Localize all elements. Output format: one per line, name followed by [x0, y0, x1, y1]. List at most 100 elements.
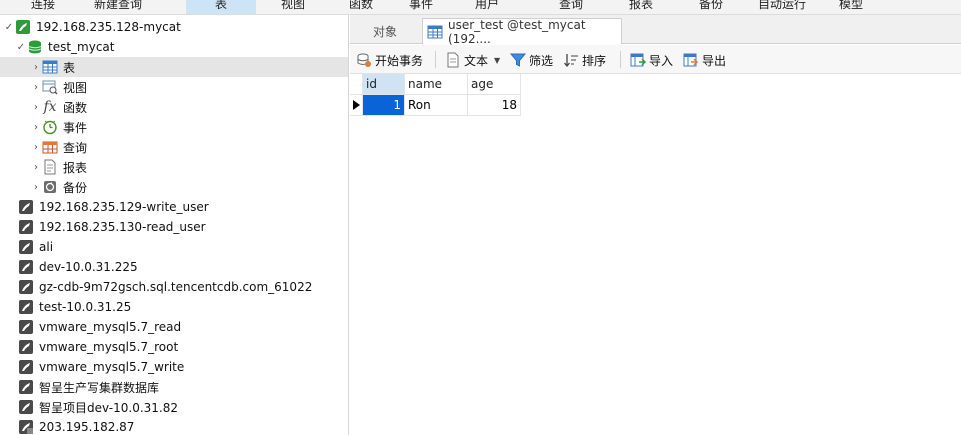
nav-connection[interactable]: 203.195.182.87 [0, 417, 348, 435]
import-label: 导入 [649, 53, 674, 68]
nav-connection[interactable]: vmware_mysql5.7_read [0, 317, 348, 337]
nav-database-test-mycat[interactable]: ✓ test_mycat [0, 37, 348, 57]
toolbar-function-button[interactable]: 函数 [346, 0, 376, 14]
chevron-right-icon[interactable]: › [30, 137, 42, 157]
nav-connection[interactable]: 智呈项目dev-10.0.31.82 [0, 397, 348, 417]
text-view-label: 文本 [464, 53, 489, 68]
ssh-connection-icon [18, 419, 34, 435]
nav-connection[interactable]: dev-10.0.31.225 [0, 257, 348, 277]
tab-label: user_test @test_mycat (192.... [448, 17, 586, 46]
nav-item-label: vmware_mysql5.7_write [39, 360, 185, 374]
nav-item-label: 192.168.235.129-write_user [39, 200, 209, 214]
nav-object-events[interactable]: › 事件 [0, 117, 348, 137]
export-icon [683, 52, 699, 68]
main-toolbar: 连接 新建查询 表 视图 函数 事件 用户 查询 报表 备份 自动运行 模型 [0, 0, 961, 15]
toolbar-model-button[interactable]: 模型 [836, 0, 866, 14]
tab-user-test[interactable]: user_test @test_mycat (192.... [422, 17, 622, 46]
mysql-connection-icon [18, 199, 34, 215]
toolbar-view-button[interactable]: 视图 [278, 0, 308, 14]
nav-object-backups[interactable]: › 备份 [0, 177, 348, 197]
sort-icon [563, 52, 579, 68]
toolbar-new-query-button[interactable]: 新建查询 [88, 0, 148, 14]
nav-connection[interactable]: ali [0, 237, 348, 257]
toolbar-backup-button[interactable]: 备份 [696, 0, 726, 14]
nav-connection-mycat[interactable]: ✓ 192.168.235.128-mycat [0, 17, 348, 37]
toolbar-event-button[interactable]: 事件 [406, 0, 436, 14]
nav-item-label: vmware_mysql5.7_root [39, 340, 179, 354]
nav-item-label: 203.195.182.87 [39, 420, 135, 434]
text-view-button[interactable]: 文本 ▼ [445, 49, 500, 71]
nav-connection[interactable]: 192.168.235.129-write_user [0, 197, 348, 217]
nav-connection[interactable]: 192.168.235.130-read_user [0, 217, 348, 237]
nav-item-label: dev-10.0.31.225 [39, 260, 138, 274]
nav-item-label: 函数 [63, 100, 88, 115]
table-cell[interactable]: 1 [363, 95, 405, 116]
text-document-icon [445, 52, 461, 68]
filter-button[interactable]: 筛选 [510, 49, 553, 71]
nav-item-label: test-10.0.31.25 [39, 300, 132, 314]
toolbar-connect-button[interactable]: 连接 [28, 0, 58, 14]
query-icon [42, 139, 58, 155]
nav-connection[interactable]: gz-cdb-9m72gsch.sql.tencentcdb.com_61022 [0, 277, 348, 297]
begin-transaction-label: 开始事务 [375, 53, 424, 68]
nav-connection[interactable]: 智呈生产写集群数据库 [0, 377, 348, 397]
nav-item-label: 192.168.235.130-read_user [39, 220, 206, 234]
nav-item-label: 报表 [63, 160, 88, 175]
mysql-connection-icon [18, 399, 34, 415]
table-cell[interactable]: 18 [468, 95, 521, 116]
tab-objects[interactable]: 对象 [350, 18, 420, 44]
chevron-right-icon[interactable]: › [30, 77, 42, 97]
toolbar-divider [435, 51, 436, 68]
nav-object-reports[interactable]: › 报表 [0, 157, 348, 177]
nav-connection[interactable]: vmware_mysql5.7_write [0, 357, 348, 377]
table-action-toolbar: 开始事务 文本 ▼ 筛选 排序 导入 导出 [350, 45, 961, 74]
nav-connection[interactable]: vmware_mysql5.7_root [0, 337, 348, 357]
chevron-down-icon[interactable]: ✓ [3, 17, 15, 37]
nav-item-label: 表 [63, 60, 76, 75]
backup-icon [42, 179, 58, 195]
filter-icon [510, 52, 526, 68]
chevron-right-icon[interactable]: › [30, 97, 42, 117]
toolbar-automation-button[interactable]: 自动运行 [756, 0, 808, 14]
nav-item-label: 智呈生产写集群数据库 [39, 380, 160, 395]
nav-item-label: 视图 [63, 80, 88, 95]
current-row-indicator[interactable] [350, 95, 363, 116]
nav-connection[interactable]: test-10.0.31.25 [0, 297, 348, 317]
transaction-icon [356, 52, 372, 68]
export-label: 导出 [702, 53, 727, 68]
nav-item-label: ali [39, 240, 54, 254]
export-button[interactable]: 导出 [683, 49, 726, 71]
nav-item-label: 智呈项目dev-10.0.31.82 [39, 400, 178, 415]
mysql-connection-icon [18, 319, 34, 335]
report-icon [42, 159, 58, 175]
toolbar-report-button[interactable]: 报表 [626, 0, 656, 14]
column-header-name[interactable]: name [405, 74, 468, 95]
column-header-id[interactable]: id [363, 74, 405, 95]
nav-object-tables[interactable]: › 表 [0, 57, 348, 77]
begin-transaction-button[interactable]: 开始事务 [356, 49, 423, 71]
nav-object-functions[interactable]: › fx 函数 [0, 97, 348, 117]
toolbar-user-button[interactable]: 用户 [472, 0, 502, 14]
chevron-right-icon[interactable]: › [30, 57, 42, 77]
nav-object-queries[interactable]: › 查询 [0, 137, 348, 157]
current-row-arrow-icon [352, 100, 360, 110]
chevron-down-icon[interactable]: ▼ [494, 56, 500, 65]
import-button[interactable]: 导入 [630, 49, 673, 71]
grid-corner [350, 74, 363, 95]
toolbar-query-button[interactable]: 查询 [556, 0, 586, 14]
nav-item-label: gz-cdb-9m72gsch.sql.tencentcdb.com_61022 [39, 280, 313, 294]
chevron-down-icon[interactable]: ✓ [15, 37, 27, 57]
chevron-right-icon[interactable]: › [30, 117, 42, 137]
table-icon [427, 24, 443, 40]
toolbar-table-button[interactable]: 表 [186, 0, 256, 14]
navigation-pane: ✓ 192.168.235.128-mycat ✓ test_mycat › 表… [0, 15, 349, 435]
chevron-right-icon[interactable]: › [30, 157, 42, 177]
sort-button[interactable]: 排序 [563, 49, 606, 71]
table-cell[interactable]: Ron [405, 95, 468, 116]
mysql-connection-icon [18, 359, 34, 375]
chevron-right-icon[interactable]: › [30, 177, 42, 197]
nav-item-label: 192.168.235.128-mycat [36, 20, 181, 34]
event-icon [42, 119, 58, 135]
nav-object-views[interactable]: › 视图 [0, 77, 348, 97]
column-header-age[interactable]: age [468, 74, 521, 95]
